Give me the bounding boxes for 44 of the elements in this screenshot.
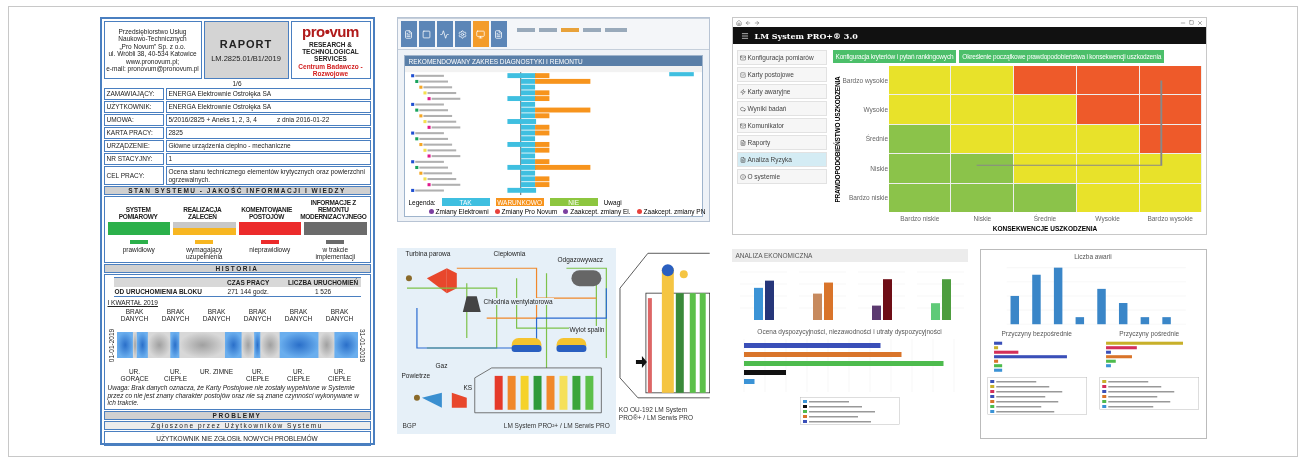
bolt-icon bbox=[739, 88, 746, 95]
chart-bar bbox=[823, 282, 833, 320]
chart-bar bbox=[1031, 274, 1041, 325]
ribbon-tool-button[interactable] bbox=[454, 21, 471, 47]
gear-icon bbox=[458, 29, 467, 39]
cloud-icon bbox=[739, 105, 746, 112]
menu-icon[interactable] bbox=[740, 31, 749, 40]
close-icon[interactable] bbox=[1196, 19, 1203, 26]
chart-bar bbox=[753, 287, 763, 320]
info-icon bbox=[739, 173, 746, 180]
document-icon bbox=[739, 139, 746, 146]
forward-icon[interactable] bbox=[753, 19, 760, 26]
chart-bar bbox=[743, 370, 786, 375]
document-icon bbox=[404, 29, 413, 39]
minimize-icon[interactable] bbox=[1179, 19, 1186, 26]
document-icon bbox=[494, 29, 503, 39]
chart-bar bbox=[1140, 317, 1149, 325]
chart-bar bbox=[812, 293, 822, 320]
app-title: LM System PRO+® 3.0 bbox=[754, 30, 858, 41]
logo-text: pro•vum bbox=[302, 23, 359, 40]
ribbon-tool-button[interactable] bbox=[436, 21, 453, 47]
chart-bar bbox=[743, 379, 754, 384]
chart-bar bbox=[1010, 295, 1019, 325]
square-icon bbox=[422, 29, 431, 39]
maximize-icon[interactable] bbox=[1188, 20, 1194, 25]
chart-bar bbox=[1096, 288, 1106, 325]
report-title: RAPORT bbox=[219, 37, 273, 50]
ribbon-tool-button[interactable] bbox=[418, 21, 435, 47]
ribbon-tool-button[interactable] bbox=[400, 21, 417, 47]
ribbon-tool-button[interactable] bbox=[490, 21, 507, 47]
ribbon-tool-button[interactable] bbox=[472, 21, 489, 47]
document-icon bbox=[739, 156, 746, 163]
checkbox-icon bbox=[739, 71, 746, 78]
chart-bar bbox=[1161, 317, 1171, 325]
chart-bar bbox=[764, 280, 774, 320]
chart-bar bbox=[1118, 303, 1127, 325]
home-icon[interactable] bbox=[735, 19, 742, 26]
envelope-icon bbox=[739, 122, 746, 129]
envelope-icon bbox=[739, 54, 746, 61]
chart-bar bbox=[1053, 267, 1062, 325]
pulse-icon bbox=[440, 29, 449, 39]
back-icon[interactable] bbox=[744, 19, 751, 26]
chart-bar bbox=[1075, 317, 1084, 325]
monitor-icon bbox=[476, 29, 485, 39]
